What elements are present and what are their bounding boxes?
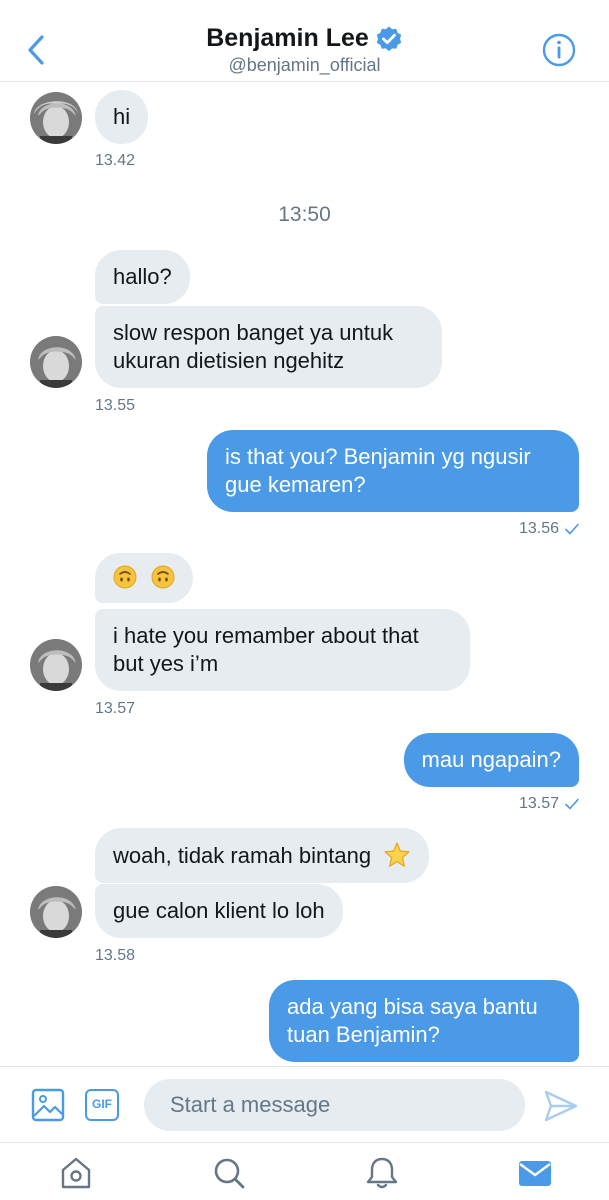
message-timestamp-row: 13.57 xyxy=(519,795,579,813)
message-line: tuan Benjamin? xyxy=(287,1022,440,1047)
info-icon[interactable] xyxy=(541,32,577,68)
contact-name: Benjamin Lee xyxy=(206,24,369,52)
avatar-photo xyxy=(30,336,82,388)
received-message[interactable]: hi xyxy=(95,90,149,144)
message-line: gue kemaren? xyxy=(225,472,366,497)
message-composer: GIF xyxy=(0,1066,609,1142)
message-timestamp: 13.58 xyxy=(95,947,136,964)
contact-avatar[interactable] xyxy=(30,639,82,691)
upside-down-face-icon xyxy=(113,565,137,589)
bottom-tab-bar xyxy=(0,1142,609,1200)
message-input[interactable] xyxy=(144,1079,525,1131)
avatar-photo xyxy=(30,886,82,938)
received-message[interactable]: slow respon banget ya untuk ukuran dieti… xyxy=(95,306,442,388)
message-line: slow respon banget ya untuk xyxy=(113,320,394,345)
image-icon[interactable] xyxy=(31,1088,65,1122)
message-timestamp-row: 13.56 xyxy=(519,520,579,538)
message-text: woah, tidak ramah bintang xyxy=(113,843,372,868)
message-line: but yes i’m xyxy=(113,651,219,676)
send-icon[interactable] xyxy=(543,1089,579,1123)
contact-avatar[interactable] xyxy=(30,92,82,144)
message-line: ada yang bisa saya bantu xyxy=(287,994,538,1019)
search-icon[interactable] xyxy=(211,1155,247,1191)
message-line: ukuran dietisien ngehitz xyxy=(113,348,345,373)
sent-message[interactable]: is that you? Benjamin yg ngusir gue kema… xyxy=(207,430,579,512)
conversation-title[interactable]: Benjamin Lee @benjamin_official xyxy=(0,24,609,76)
message-timestamp: 13.57 xyxy=(95,700,136,717)
received-message[interactable]: hallo? xyxy=(95,250,190,304)
message-text: hallo? xyxy=(113,264,172,289)
message-line: is that you? Benjamin yg ngusir xyxy=(225,444,531,469)
star-icon xyxy=(384,842,410,867)
received-message[interactable]: woah, tidak ramah bintang xyxy=(95,828,430,883)
sent-message[interactable]: ada yang bisa saya bantu tuan Benjamin? xyxy=(269,980,579,1062)
message-text: gue calon klient lo loh xyxy=(113,898,325,923)
received-message[interactable] xyxy=(95,553,194,603)
avatar-photo xyxy=(30,639,82,691)
home-icon[interactable] xyxy=(58,1155,94,1191)
notifications-icon[interactable] xyxy=(364,1155,400,1191)
message-timestamp: 13.42 xyxy=(95,152,136,169)
time-divider: 13:50 xyxy=(278,203,331,226)
verified-badge-icon xyxy=(376,26,401,51)
gif-icon[interactable]: GIF xyxy=(85,1089,119,1121)
read-check-icon xyxy=(565,798,579,810)
contact-handle: @benjamin_official xyxy=(228,55,381,75)
conversation-header: Benjamin Lee @benjamin_official xyxy=(0,0,609,82)
message-timestamp: 13.55 xyxy=(95,397,136,414)
contact-avatar[interactable] xyxy=(30,336,82,388)
upside-down-face-icon xyxy=(151,565,175,589)
message-timestamp: 13.56 xyxy=(518,520,559,537)
read-check-icon xyxy=(565,523,579,535)
avatar-photo xyxy=(30,92,82,144)
message-timestamp: 13.57 xyxy=(518,795,559,812)
received-message[interactable]: gue calon klient lo loh xyxy=(95,884,343,938)
messages-icon[interactable] xyxy=(517,1155,553,1191)
contact-avatar[interactable] xyxy=(30,886,82,938)
received-message[interactable]: i hate you remamber about that but yes i… xyxy=(95,609,470,691)
message-text: hi xyxy=(113,104,131,129)
sent-message[interactable]: mau ngapain? xyxy=(403,733,579,787)
message-text: mau ngapain? xyxy=(421,747,561,772)
message-line: i hate you remamber about that xyxy=(113,623,419,648)
